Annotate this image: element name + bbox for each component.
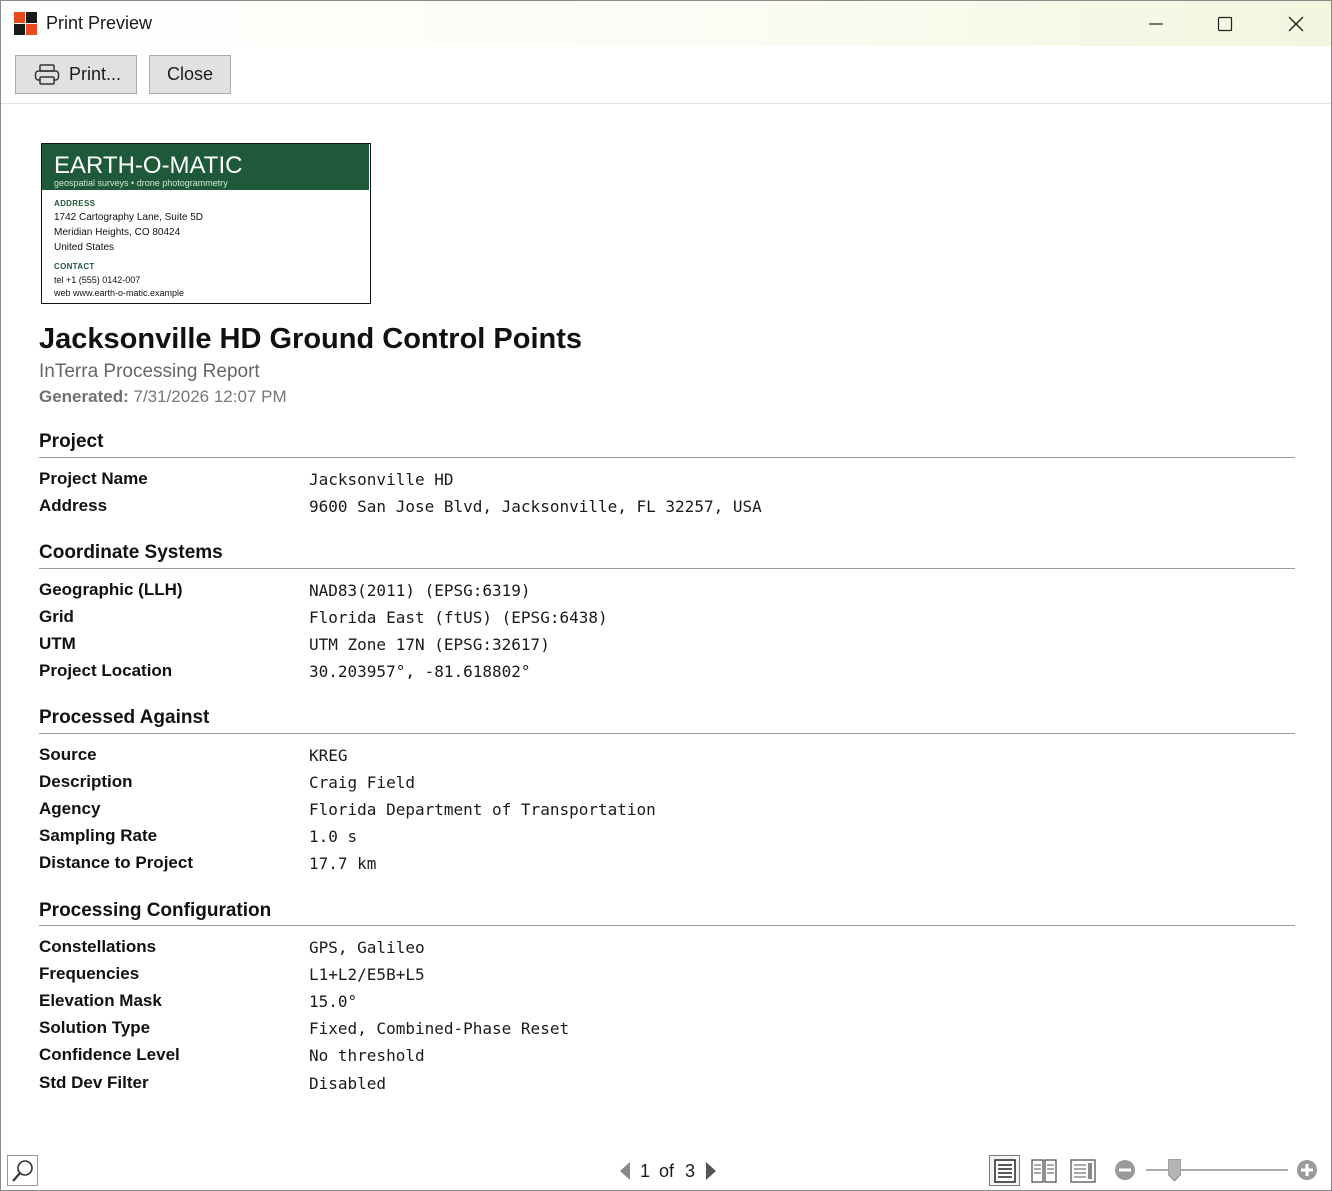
field-value: No threshold	[309, 1046, 425, 1065]
section-heading: Processed Against	[39, 707, 210, 728]
logo-address-heading: ADDRESS	[54, 199, 96, 208]
field-value: NAD83(2011) (EPSG:6319)	[309, 581, 531, 600]
field-value: Florida Department of Transportation	[309, 800, 656, 819]
field-value: Jacksonville HD	[309, 470, 454, 489]
field-value: 17.7 km	[309, 854, 377, 873]
printer-icon	[34, 63, 60, 85]
field-value: 9600 San Jose Blvd, Jacksonville, FL 322…	[309, 497, 762, 516]
field-label: Project Name	[39, 469, 148, 488]
logo-address-line: 1742 Cartography Lane, Suite 5D	[54, 212, 203, 223]
zoom-slider-thumb[interactable]	[1167, 1159, 1181, 1181]
field-value: Disabled	[309, 1074, 387, 1093]
field-label: Confidence Level	[39, 1045, 180, 1064]
toolbar: Print... Close	[1, 46, 1331, 104]
company-logo: EARTH-O-MATIC geospatial surveys • drone…	[41, 143, 371, 304]
current-page: 1	[640, 1161, 651, 1181]
logo-address-line: United States	[54, 242, 115, 253]
field-label: Address	[39, 496, 108, 515]
print-button[interactable]: Print...	[15, 55, 137, 94]
field-label: Frequencies	[39, 964, 140, 983]
maximize-button[interactable]	[1190, 1, 1260, 46]
field-label: Agency	[39, 799, 101, 818]
two-page-view-button[interactable]	[1028, 1155, 1059, 1186]
field-label: Std Dev Filter	[39, 1073, 149, 1092]
field-label: Solution Type	[39, 1018, 151, 1037]
chevron-left-icon	[620, 1162, 630, 1180]
close-button[interactable]: Close	[149, 55, 231, 94]
logo-contact-line: web www.earth-o-matic.example	[54, 288, 185, 298]
section-heading: Processing Configuration	[39, 900, 272, 921]
logo-tagline: geospatial surveys • drone photogrammetr…	[54, 178, 228, 188]
section-divider	[39, 925, 1295, 926]
page-width-view-button[interactable]	[1067, 1155, 1098, 1186]
field-label: UTM	[39, 634, 76, 653]
maximize-icon	[1217, 16, 1233, 31]
window-title: Print Preview	[46, 13, 153, 33]
report-page: EARTH-O-MATIC geospatial surveys • drone…	[1, 105, 1331, 1151]
minimize-icon	[1149, 22, 1163, 25]
report-subtitle: InTerra Processing Report	[39, 361, 260, 382]
two-page-icon	[1030, 1158, 1057, 1183]
field-value: Craig Field	[309, 773, 415, 792]
app-icon	[14, 12, 37, 35]
logo-contact-heading: CONTACT	[54, 262, 95, 271]
previous-page-button[interactable]	[617, 1161, 633, 1181]
field-value: KREG	[309, 746, 348, 765]
zoom-in-button[interactable]	[1296, 1159, 1318, 1181]
logo-company-name: EARTH-O-MATIC	[54, 152, 243, 179]
logo-contact-line: tel +1 (555) 0142-007	[54, 275, 141, 285]
zoom-out-button[interactable]	[1114, 1159, 1136, 1181]
field-value: Fixed, Combined-Phase Reset	[309, 1019, 570, 1038]
section-heading: Coordinate Systems	[39, 542, 223, 563]
field-label: Elevation Mask	[39, 991, 162, 1010]
single-page-icon	[993, 1158, 1016, 1183]
search-icon	[11, 1159, 33, 1182]
field-label: Distance to Project	[39, 853, 193, 872]
close-button-label: Close	[166, 64, 214, 84]
field-label: Geographic (LLH)	[39, 580, 183, 599]
title-bar: Print Preview	[1, 1, 1331, 46]
close-window-button[interactable]	[1261, 1, 1331, 46]
section-divider	[39, 733, 1295, 734]
logo-address-line: Meridian Heights, CO 80424	[54, 227, 181, 238]
search-button[interactable]	[7, 1155, 38, 1186]
total-pages: 3	[685, 1161, 696, 1181]
logo-header: EARTH-O-MATIC geospatial surveys • drone…	[42, 144, 369, 190]
status-bar: 1 of 3	[1, 1151, 1331, 1190]
close-icon	[1288, 16, 1304, 31]
next-page-button[interactable]	[703, 1161, 719, 1181]
report-generated: Generated: 7/31/2026 12:07 PM	[39, 387, 287, 407]
field-value: 1.0 s	[309, 827, 358, 846]
chevron-right-icon	[706, 1162, 716, 1180]
zoom-out-icon	[1115, 1160, 1135, 1180]
field-value: 15.0°	[309, 992, 358, 1011]
zoom-in-icon	[1297, 1160, 1317, 1180]
field-label: Source	[39, 745, 97, 764]
field-label: Grid	[39, 607, 74, 626]
field-label: Sampling Rate	[39, 826, 158, 845]
page-of-label: of	[659, 1161, 675, 1181]
field-value: UTM Zone 17N (EPSG:32617)	[309, 635, 550, 654]
page-width-icon	[1069, 1158, 1096, 1183]
field-label: Project Location	[39, 661, 173, 680]
generated-value: 7/31/2026 12:07 PM	[133, 387, 287, 406]
field-label: Constellations	[39, 937, 157, 956]
field-value: GPS, Galileo	[309, 938, 425, 957]
minimize-button[interactable]	[1121, 1, 1191, 46]
section-divider	[39, 568, 1295, 569]
generated-label: Generated:	[39, 387, 129, 406]
field-value: 30.203957°, -81.618802°	[309, 662, 531, 681]
section-divider	[39, 457, 1295, 458]
print-preview-window: Print Preview Print... Close EARTH-O-MAT…	[0, 0, 1332, 1191]
print-button-label: Print...	[69, 64, 122, 84]
section-heading: Project	[39, 431, 104, 452]
field-value: Florida East (ftUS) (EPSG:6438)	[309, 608, 608, 627]
field-value: L1+L2/E5B+L5	[309, 965, 425, 984]
field-label: Description	[39, 772, 133, 791]
report-title: Jacksonville HD Ground Control Points	[39, 323, 583, 355]
single-page-view-button[interactable]	[989, 1155, 1020, 1186]
